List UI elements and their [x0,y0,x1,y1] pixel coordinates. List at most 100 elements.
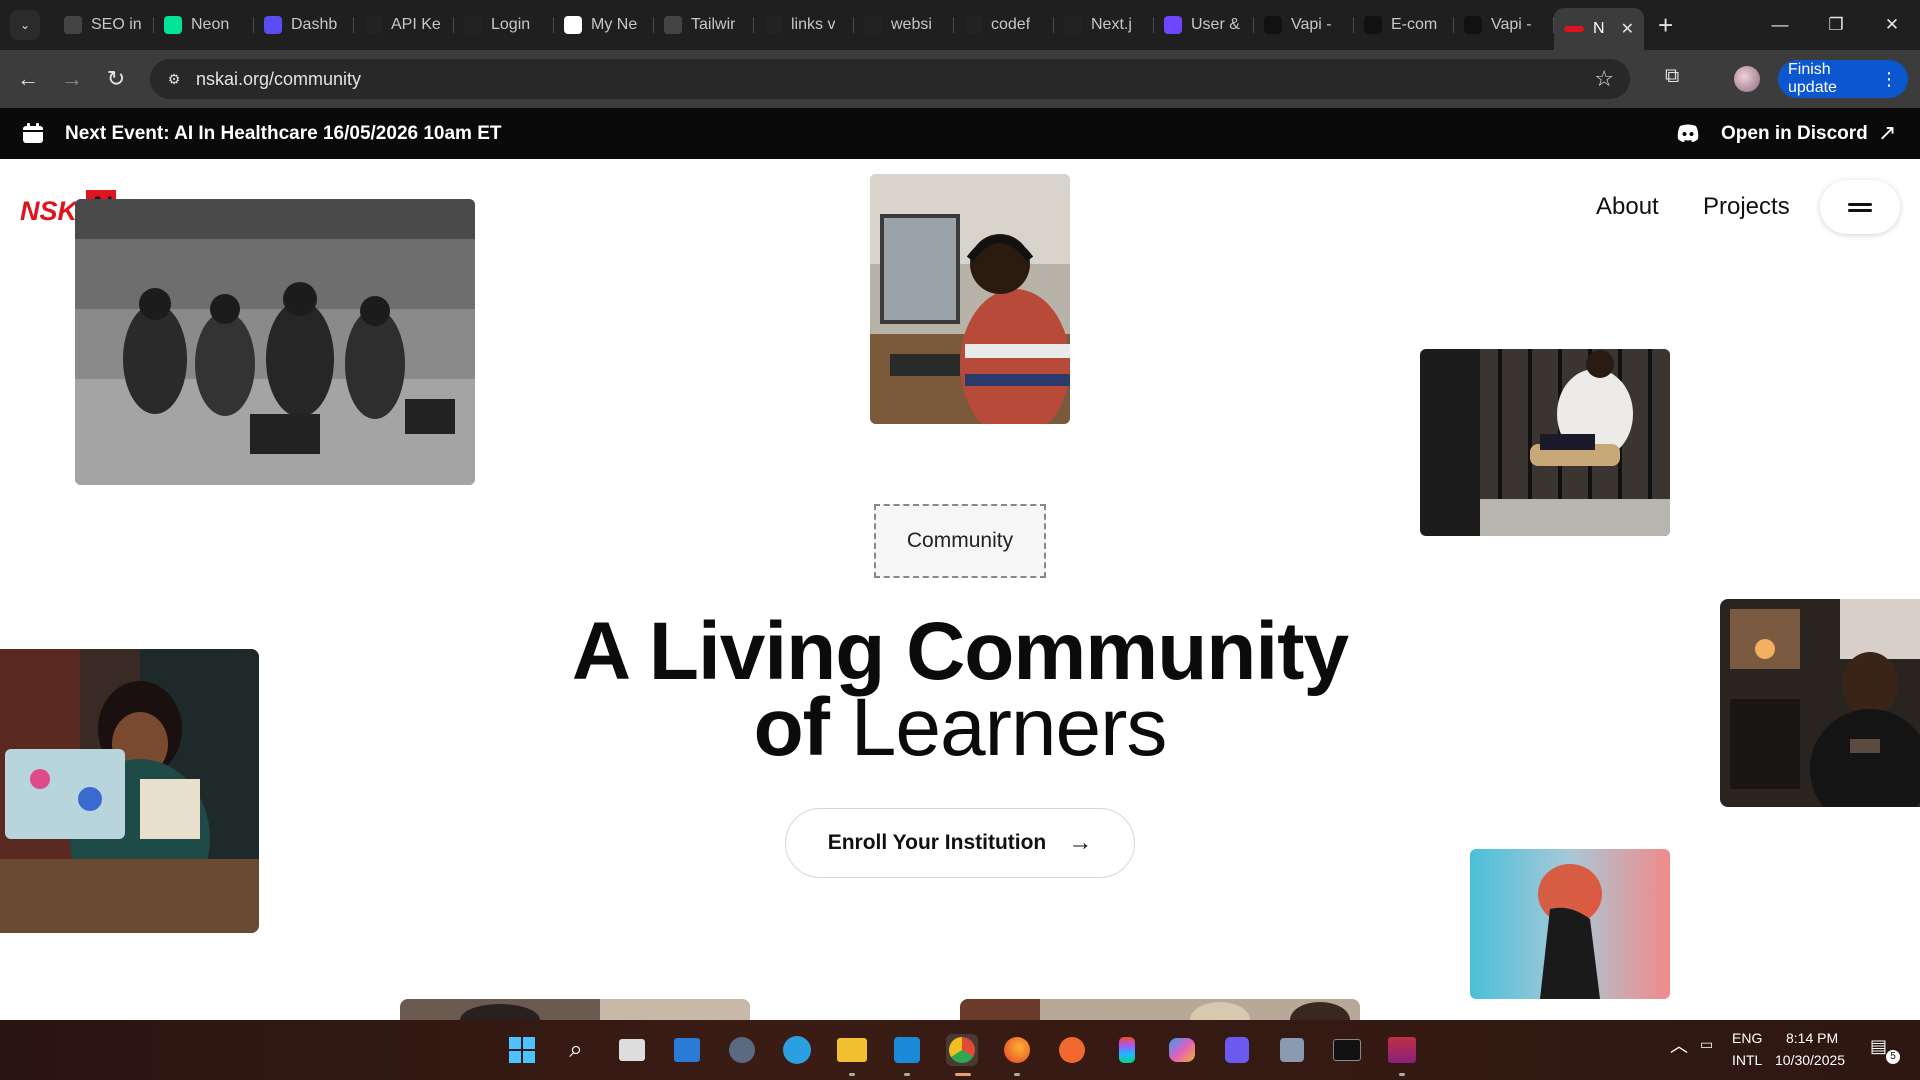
vercel-icon [464,16,482,34]
site-info-icon[interactable]: ⚙ [154,71,194,88]
browser-tab[interactable]: SEO in [54,7,154,43]
winrar-icon[interactable] [1386,1034,1418,1066]
browser-tab[interactable]: API Ke [354,7,454,43]
lang-layout[interactable]: INTL [1732,1052,1762,1068]
clock-date[interactable]: 10/30/2025 [1775,1052,1845,1068]
browser-tab-active[interactable]: N ✕ [1554,8,1644,50]
vapi-icon [1464,16,1482,34]
browser-tab-label: Vapi - [1491,16,1532,33]
finish-update-button[interactable]: Finish update ⋮ [1778,60,1908,98]
browser-tab[interactable]: My Ne [554,7,654,43]
github-icon [764,16,782,34]
browser-tab[interactable]: websi [854,7,954,43]
k-icon [564,16,582,34]
tab-search-button[interactable]: ⌄ [10,10,40,40]
task-view-icon[interactable] [616,1034,648,1066]
photo-students-group [75,199,475,485]
browser-tab[interactable]: Neon [154,7,254,43]
browser-tab[interactable]: User & [1154,7,1254,43]
show-hidden-icons-chevron-icon[interactable]: ︿ [1670,1032,1688,1058]
vapi-icon [1364,16,1382,34]
window-controls: — ❐ ✕ [1752,0,1920,50]
external-link-icon[interactable]: ↗ [1878,120,1896,146]
close-tab-icon[interactable]: ✕ [1621,19,1634,39]
nskai-logo[interactable]: NSK AI [20,190,116,227]
browser-tab[interactable]: Vapi - [1454,7,1554,43]
browser-tab-label: Login [491,16,531,33]
nskai-icon [1564,26,1584,32]
api-icon [364,16,382,34]
address-bar[interactable]: ⚙ nskai.org/community ☆ [150,59,1630,99]
back-button[interactable]: ← [6,59,50,99]
browser-tab[interactable]: E-com [1354,7,1454,43]
browser-tab-label: SEO in [91,16,142,33]
restore-button[interactable]: ❐ [1808,0,1864,50]
terminal-icon[interactable] [1331,1034,1363,1066]
running-indicator [849,1073,855,1076]
lang-code[interactable]: ENG [1732,1030,1762,1046]
browser-tab-label: API Ke [391,16,441,33]
bookmark-star-icon[interactable]: ☆ [1594,66,1614,92]
telegram-icon[interactable] [781,1034,813,1066]
browser-tab[interactable]: Next.j [1054,7,1154,43]
windows-taskbar: ⌕ ︿ ▭ ENG INTL 8:14 PM 10/30/2025 ▤ 5 [0,1020,1920,1080]
photo-woman-with-laptop [0,649,259,933]
browser-tab[interactable]: Tailwir [654,7,754,43]
widgets-icon[interactable] [671,1034,703,1066]
browser-tab-strip: ⌄ SEO in Neon Dashb API Ke Login My Ne Tailwir… [0,0,1920,50]
browser-tab-label: My Ne [591,16,638,33]
github-icon [964,16,982,34]
copilot-icon[interactable] [1166,1034,1198,1066]
browser-tab[interactable]: Dashb [254,7,354,43]
browser-tab[interactable]: Vapi - [1254,7,1354,43]
photo-blurred-portrait [1470,849,1670,999]
next-event-text[interactable]: Next Event: AI In Healthcare 16/05/2026 … [65,123,502,145]
open-in-discord-link[interactable]: Open in Discord [1721,123,1868,145]
app-icon[interactable] [1276,1034,1308,1066]
figma-icon[interactable] [1111,1034,1143,1066]
forward-button[interactable]: → [50,59,94,99]
browser-tab-label: N [1593,20,1605,37]
reload-button[interactable]: ↻ [94,59,138,99]
browser-tab[interactable]: links v [754,7,854,43]
minimize-button[interactable]: — [1752,0,1808,50]
clock-time[interactable]: 8:14 PM [1786,1030,1838,1046]
nav-projects-link[interactable]: Projects [1703,193,1790,221]
pen-icon [1064,16,1082,34]
extensions-icon[interactable]: ⧉ [1665,65,1679,88]
close-window-button[interactable]: ✕ [1864,0,1920,50]
browser-tab[interactable]: Login [454,7,554,43]
finish-update-label: Finish update [1788,61,1837,96]
browser-tab-label: Dashb [291,16,338,33]
hero-headline: A Living Community of Learners [560,606,1360,769]
enroll-label: Enroll Your Institution [827,831,1047,854]
calendar-icon [23,123,43,143]
windows-start-icon[interactable] [506,1034,538,1066]
postman-icon[interactable] [1056,1034,1088,1066]
settings-icon[interactable] [726,1034,758,1066]
url-text[interactable]: nskai.org/community [196,69,361,90]
running-indicator [1399,1073,1405,1076]
vapi-icon [1264,16,1282,34]
headline-line-1: A Living Community [571,606,1349,697]
profile-avatar[interactable] [1734,66,1760,92]
photo-bottom-left-partial [400,999,750,1020]
browser-tab[interactable]: codef [954,7,1054,43]
search-icon[interactable]: ⌕ [560,1034,592,1066]
chrome-icon[interactable] [946,1034,978,1066]
enroll-institution-button[interactable]: Enroll Your Institution → [785,808,1135,878]
battery-network-icon[interactable]: ▭ [1700,1036,1713,1053]
clerk-icon [1164,16,1182,34]
vscode-icon[interactable] [891,1034,923,1066]
nav-about-link[interactable]: About [1596,193,1659,221]
dashboard-icon [264,16,282,34]
vercel-icon [864,16,882,34]
hamburger-icon [1848,200,1872,215]
file-explorer-icon[interactable] [836,1034,868,1066]
notifications-icon[interactable]: ▤ [1870,1036,1887,1057]
hamburger-menu-button[interactable] [1820,180,1900,234]
photo-laptop-on-balcony [1420,349,1670,536]
new-tab-button[interactable]: + [1658,10,1673,41]
firefox-icon[interactable] [1001,1034,1033,1066]
proton-vpn-icon[interactable] [1221,1034,1253,1066]
